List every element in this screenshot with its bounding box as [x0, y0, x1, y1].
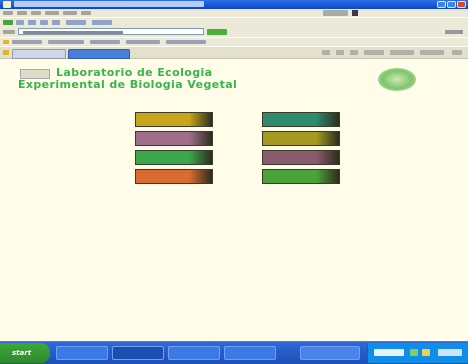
menu-tile-3[interactable]	[135, 150, 213, 165]
print-icon[interactable]	[350, 50, 358, 55]
browser-window: Laboratorio de Ecologia Experimental de …	[0, 0, 468, 364]
link-item-2[interactable]	[48, 40, 84, 44]
links-bar	[0, 38, 468, 46]
links-label	[445, 30, 463, 34]
menu-tile-4[interactable]	[135, 169, 213, 184]
favorites-toolbar-button[interactable]	[92, 20, 112, 25]
home-icon[interactable]	[52, 20, 60, 25]
tab-bar	[0, 47, 468, 59]
link-item-1[interactable]	[12, 40, 42, 44]
favorites-star-icon[interactable]	[3, 40, 9, 44]
address-label	[3, 30, 15, 34]
start-button[interactable]: start	[0, 343, 50, 363]
system-tray	[367, 343, 468, 363]
link-item-4[interactable]	[126, 40, 160, 44]
go-button[interactable]	[207, 29, 227, 35]
menu-tile-5[interactable]	[262, 112, 340, 127]
search-go-icon[interactable]	[352, 10, 358, 16]
link-item-3[interactable]	[90, 40, 120, 44]
lab-logo	[378, 68, 416, 91]
navigation-toolbar	[0, 17, 468, 27]
page-menu[interactable]	[364, 50, 384, 55]
search-toolbar-button[interactable]	[66, 20, 86, 25]
url-field[interactable]	[18, 28, 204, 35]
menu-file[interactable]	[3, 11, 13, 15]
menu-favorites[interactable]	[45, 11, 59, 15]
feeds-icon[interactable]	[336, 50, 344, 55]
tools-menu[interactable]	[390, 50, 414, 55]
menu-tile-7[interactable]	[262, 150, 340, 165]
taskbar-item-4[interactable]	[224, 346, 276, 360]
menu-tile-1[interactable]	[135, 112, 213, 127]
taskbar-item-2[interactable]	[112, 346, 164, 360]
page-title-line2: Experimental de Biologia Vegetal	[18, 78, 238, 91]
tray-icon-1[interactable]	[410, 349, 418, 356]
help-menu[interactable]	[420, 50, 444, 55]
tab-2-active[interactable]	[68, 49, 130, 59]
extra-icon[interactable]	[452, 50, 462, 55]
title-bar[interactable]	[0, 0, 468, 9]
maximize-icon[interactable]	[447, 1, 456, 8]
minimize-icon[interactable]	[437, 1, 446, 8]
taskbar-item-3[interactable]	[168, 346, 220, 360]
tray-icon-2[interactable]	[422, 349, 430, 356]
menu-edit[interactable]	[17, 11, 27, 15]
menu-tile-6[interactable]	[262, 131, 340, 146]
link-item-5[interactable]	[166, 40, 206, 44]
clock	[438, 349, 462, 356]
menu-bar	[0, 9, 468, 17]
menu-help[interactable]	[81, 11, 91, 15]
menu-tile-8[interactable]	[262, 169, 340, 184]
browser-app-icon	[3, 1, 11, 8]
taskbar-item-5[interactable]	[300, 346, 360, 360]
menu-view[interactable]	[31, 11, 41, 15]
address-bar	[0, 27, 468, 37]
home-tab-icon[interactable]	[322, 50, 330, 55]
tab-1[interactable]	[12, 49, 66, 59]
taskbar-item-1[interactable]	[56, 346, 108, 360]
taskbar: start	[0, 341, 468, 364]
tray-input-icon[interactable]	[374, 349, 404, 356]
favorites-icon[interactable]	[3, 50, 9, 55]
stop-icon[interactable]	[28, 20, 36, 25]
window-title	[14, 1, 204, 7]
search-box[interactable]	[323, 10, 348, 16]
close-icon[interactable]	[457, 1, 466, 8]
forward-icon[interactable]	[16, 20, 24, 25]
menu-tile-2[interactable]	[135, 131, 213, 146]
back-icon[interactable]	[3, 20, 13, 25]
url-text	[23, 31, 123, 34]
page-content: Laboratorio de Ecologia Experimental de …	[0, 59, 468, 341]
menu-tools[interactable]	[63, 11, 77, 15]
refresh-icon[interactable]	[40, 20, 48, 25]
